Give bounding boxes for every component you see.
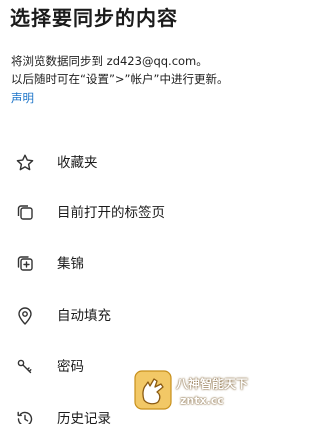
tabs-icon — [15, 203, 35, 223]
location-pin-icon — [15, 306, 35, 326]
menu-item-open-tabs[interactable]: 目前打开的标签页 — [0, 189, 276, 237]
history-icon — [15, 409, 35, 424]
sync-description: 将浏览数据同步到 zd423@qq.com。 以后随时可在“设置”>”帐户”中进… — [11, 52, 228, 88]
menu-item-label: 目前打开的标签页 — [57, 205, 165, 221]
star-icon — [15, 153, 35, 173]
menu-item-favorites[interactable]: 收藏夹 — [0, 139, 276, 187]
watermark: 八神智能天下 zntx.cc — [134, 370, 276, 414]
sync-description-line-2: 以后随时可在“设置”>”帐户”中进行更新。 — [11, 72, 229, 86]
menu-item-label: 自动填充 — [57, 308, 111, 324]
hand-logo-icon — [134, 370, 172, 410]
statement-link[interactable]: 声明 — [11, 89, 34, 107]
collections-icon — [15, 254, 35, 274]
menu-item-autofill[interactable]: 自动填充 — [0, 292, 276, 340]
menu-item-label: 历史记录 — [57, 411, 111, 424]
sync-settings-page: 选择要同步的内容 将浏览数据同步到 zd423@qq.com。 以后随时可在“设… — [0, 0, 276, 424]
page-title: 选择要同步的内容 — [10, 6, 178, 30]
watermark-line-1: 八神智能天下 — [176, 377, 249, 391]
watermark-line-2: zntx.cc — [180, 394, 224, 407]
menu-item-collections[interactable]: 集锦 — [0, 240, 276, 288]
menu-item-label: 集锦 — [57, 256, 84, 272]
menu-item-label: 密码 — [57, 359, 84, 375]
menu-item-label: 收藏夹 — [57, 155, 98, 171]
sync-description-line-1: 将浏览数据同步到 zd423@qq.com。 — [11, 54, 208, 68]
key-icon — [15, 357, 35, 377]
